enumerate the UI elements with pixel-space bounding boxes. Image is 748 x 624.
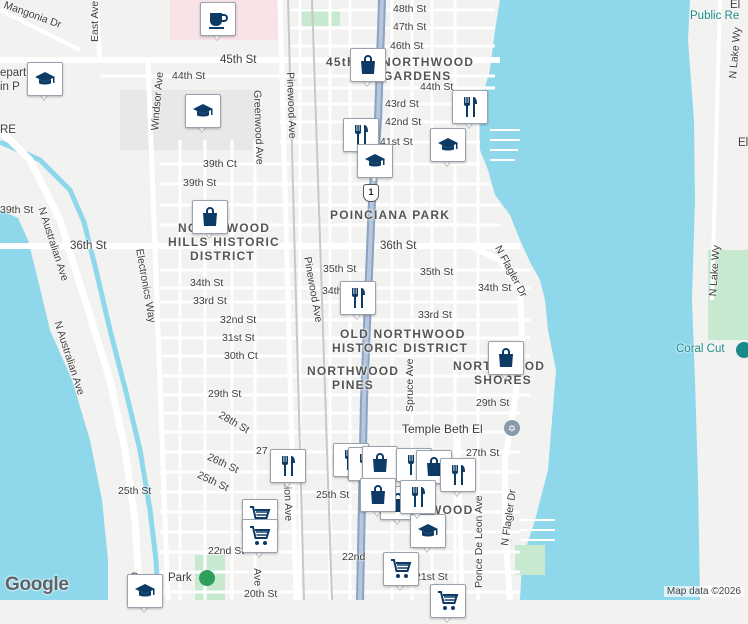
- poi-pin-grocery-21st[interactable]: [383, 552, 419, 592]
- street-label: 33rd St: [418, 309, 452, 321]
- street-label: Spruce Ave: [404, 358, 416, 412]
- street-label: 22nd: [342, 551, 366, 563]
- street-label: 25th St: [118, 485, 152, 497]
- coffee-icon: [209, 13, 228, 29]
- poi-pin-cluster-5[interactable]: [360, 478, 396, 518]
- restaurant-icon: [452, 465, 465, 485]
- restaurant-icon: [464, 97, 477, 117]
- street-label: 31st St: [222, 332, 255, 344]
- poi-pin-restaurant-34th[interactable]: [340, 281, 376, 321]
- neighborhood-label: PINES: [332, 378, 375, 392]
- shopping-bag-icon: [499, 348, 513, 367]
- street-label: 46th St: [390, 40, 424, 52]
- poi-pin-school-west[interactable]: [27, 62, 63, 102]
- street-label: 42nd St: [385, 116, 422, 128]
- neighborhood-label: HISTORIC DISTRICT: [332, 341, 469, 355]
- poi-pin-restaurant-26th[interactable]: [270, 449, 306, 489]
- street-label: Greenwood Ave: [251, 89, 266, 165]
- place-label: Park: [168, 572, 192, 584]
- street-label: 36th St: [380, 240, 417, 252]
- poi-pin-school-mid[interactable]: [185, 94, 221, 134]
- street-label: 25th St: [316, 489, 350, 501]
- us-1-shield: 1: [363, 184, 379, 202]
- street-label: 27: [256, 445, 268, 457]
- poi-pin-school-41st[interactable]: [357, 144, 393, 184]
- poi-pin-grocery-22nd[interactable]: [242, 519, 278, 559]
- street-label: 47th St: [393, 21, 427, 33]
- street-label: Pinewood Ave: [284, 71, 299, 139]
- shopping-bag-icon: [203, 207, 217, 226]
- street-label: 48th St: [393, 3, 427, 15]
- street-label: 33rd St: [193, 295, 227, 307]
- neighborhood-label: NORTHWOOD: [307, 364, 400, 378]
- street-label: 45th St: [220, 54, 257, 66]
- street-label: 22nd St: [208, 545, 245, 557]
- place-label: Coral Cut: [676, 343, 725, 355]
- neighborhood-label: NORTHWOOD: [382, 55, 475, 69]
- neighborhood-label: DISTRICT: [190, 249, 255, 263]
- neighborhood-label: GARDENS: [383, 69, 452, 83]
- shopping-bag-icon: [373, 453, 387, 472]
- street-label: 36th St: [70, 240, 107, 252]
- poi-pin-school-east[interactable]: [430, 128, 466, 168]
- street-label: 29th St: [476, 397, 510, 409]
- street-label: 44th St: [420, 81, 454, 93]
- school-icon: [193, 104, 213, 117]
- restaurant-icon: [352, 288, 365, 308]
- school-icon: [35, 72, 55, 85]
- place-label: Temple Beth El: [402, 422, 483, 436]
- street-label: 44th St: [172, 70, 206, 82]
- street-label: Ave: [251, 567, 264, 587]
- poi-pin-cluster-4[interactable]: [440, 458, 476, 498]
- street-label: 43rd St: [385, 98, 419, 110]
- school-icon: [438, 138, 458, 151]
- shopping-bag-icon: [371, 485, 385, 504]
- poi-pin-coffee[interactable]: [200, 2, 236, 42]
- place-label: RE: [0, 124, 16, 136]
- poi-pin-cluster-6[interactable]: [400, 480, 436, 520]
- poi-pin-shopping-hills[interactable]: [192, 200, 228, 240]
- cart-icon: [250, 526, 271, 545]
- street-label: 39th St: [183, 177, 217, 189]
- restaurant-icon: [282, 456, 295, 476]
- poi-pin-school-south-west[interactable]: [127, 574, 163, 614]
- street-label: 35th St: [420, 266, 454, 278]
- restaurant-icon: [412, 487, 425, 507]
- street-label: East Ave: [89, 0, 101, 42]
- street-label: 39th St: [0, 204, 34, 216]
- cart-icon: [391, 559, 412, 578]
- school-icon: [135, 584, 155, 597]
- street-label: 29th St: [208, 388, 242, 400]
- poi-pin-restaurant-43rd[interactable]: [452, 90, 488, 130]
- cart-icon: [438, 591, 459, 610]
- street-label: 27th St: [466, 447, 500, 459]
- poi-pin-school-south[interactable]: [410, 514, 446, 554]
- street-label: 20th St: [244, 588, 278, 600]
- street-label: Ponce De Leon Ave: [473, 495, 485, 588]
- place-label: El: [738, 137, 748, 149]
- poi-pin-shopping-shores[interactable]: [488, 341, 524, 381]
- school-icon: [365, 154, 385, 167]
- svg-text:✡: ✡: [508, 424, 516, 435]
- street-label: 32nd St: [220, 314, 257, 326]
- school-icon: [418, 524, 438, 537]
- street-label: 34th St: [478, 282, 512, 294]
- map-attribution[interactable]: Map data ©2026: [663, 586, 744, 597]
- park-marker: [199, 570, 215, 586]
- google-logo: Google: [5, 574, 69, 595]
- street-label: 35th St: [323, 263, 357, 275]
- place-label: epart: [0, 67, 27, 79]
- street-label: 21st St: [415, 571, 448, 583]
- street-label: 30th Ct: [224, 350, 258, 362]
- place-label: Public Re: [690, 10, 740, 22]
- neighborhood-label: POINCIANA PARK: [330, 208, 451, 222]
- poi-pin-shopping-north[interactable]: [350, 48, 386, 88]
- poi-pin-grocery-south[interactable]: [430, 584, 466, 624]
- shopping-bag-icon: [361, 55, 375, 74]
- neighborhood-label: OLD NORTHWOOD: [340, 327, 466, 341]
- street-label: 39th Ct: [203, 158, 237, 170]
- street-label: 34th St: [190, 277, 224, 289]
- place-label: in P: [0, 81, 20, 93]
